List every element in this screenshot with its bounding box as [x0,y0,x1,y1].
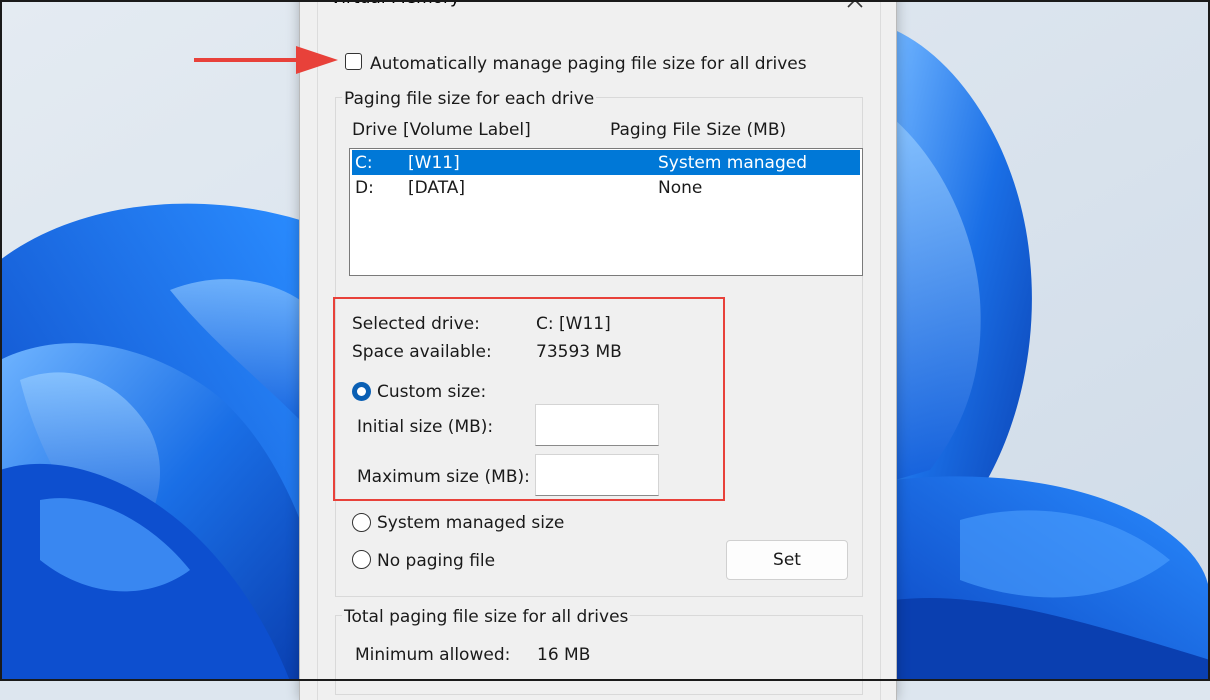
set-button[interactable]: Set [726,540,848,580]
drive-letter: D: [355,178,374,198]
system-managed-label[interactable]: System managed size [377,513,564,533]
drive-row-c[interactable]: C: [W11] System managed [352,150,860,175]
drive-paging-size: System managed [658,153,808,173]
column-header-size: Paging File Size (MB) [610,120,787,140]
close-icon[interactable] [845,0,865,10]
column-header-drive: Drive [352,120,398,140]
column-header-volume: [Volume Label] [403,120,531,140]
dialog-title: Virtual Memory [330,0,460,8]
annotation-highlight-box [333,297,725,501]
auto-manage-label[interactable]: Automatically manage paging file size fo… [370,54,807,74]
drive-volume: [W11] [408,153,460,173]
drive-row-d[interactable]: D: [DATA] None [352,175,860,200]
total-group-title: Total paging file size for all drives [342,607,631,627]
no-paging-label[interactable]: No paging file [377,551,495,571]
minimum-allowed-value: 16 MB [537,645,591,665]
no-paging-radio[interactable] [352,550,371,569]
drive-listbox[interactable]: C: [W11] System managed D: [DATA] None [349,148,863,276]
drive-volume: [DATA] [408,178,466,198]
annotation-arrow-icon [194,46,338,74]
system-managed-radio[interactable] [352,513,371,532]
auto-manage-checkbox[interactable] [345,53,362,70]
paging-group-title: Paging file size for each drive [342,89,597,109]
drive-paging-size: None [658,178,703,198]
minimum-allowed-label: Minimum allowed: [355,645,511,665]
drive-letter: C: [355,153,373,173]
